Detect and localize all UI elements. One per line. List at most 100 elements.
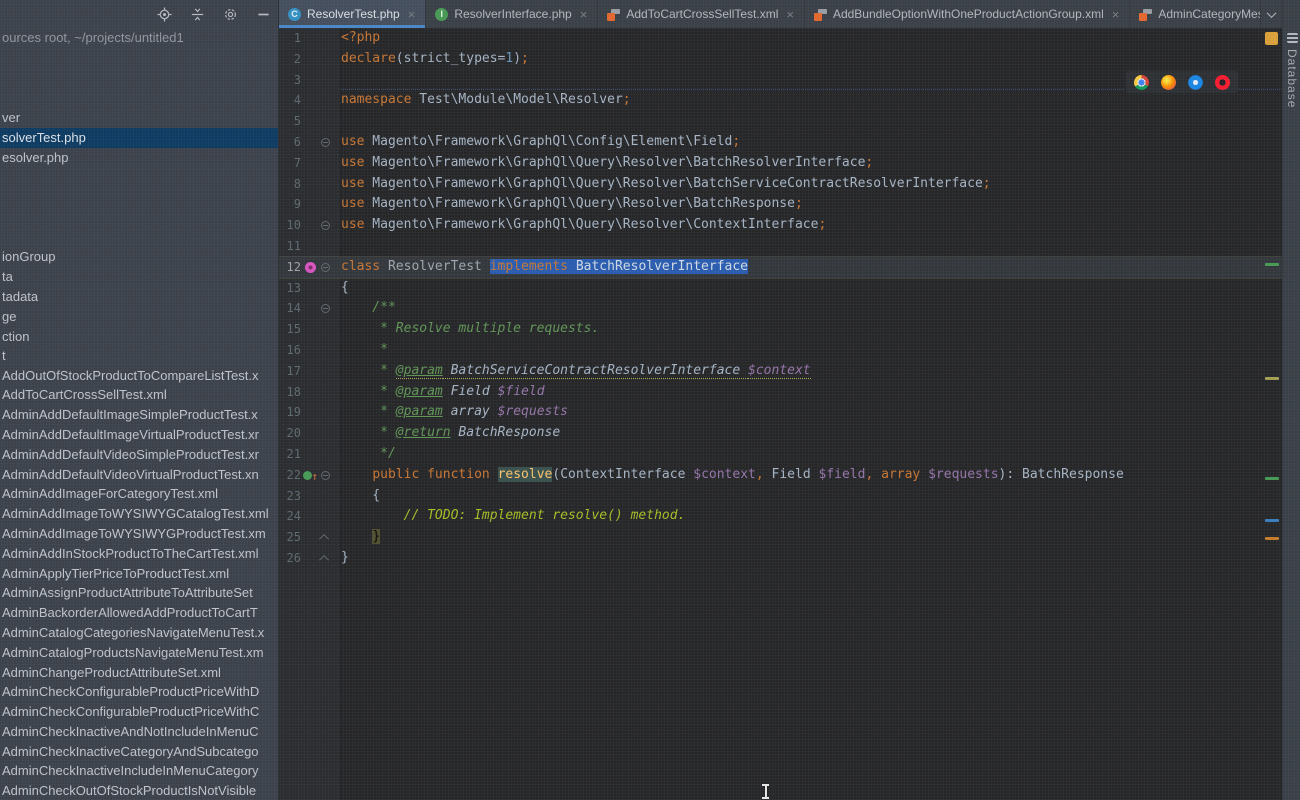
chevron-down-icon bbox=[1266, 8, 1276, 18]
tab-label: ResolverInterface.php bbox=[454, 7, 571, 21]
tree-item[interactable]: tadata bbox=[0, 287, 278, 307]
tab-AddToCartCrossSellTest.xml[interactable]: AddToCartCrossSellTest.xml × bbox=[598, 0, 805, 28]
error-stripe-mark[interactable] bbox=[1265, 537, 1279, 540]
tree-item[interactable]: AdminCatalogCategoriesNavigateMenuTest.x bbox=[0, 623, 278, 643]
code-editor[interactable]: 1<?php2declare(strict_types=1);34namespa… bbox=[279, 28, 1282, 800]
code-line-26[interactable]: 26} bbox=[279, 548, 1282, 569]
close-icon[interactable]: × bbox=[580, 8, 588, 21]
tree-item[interactable]: AdminCheckConfigurableProductPriceWithD bbox=[0, 682, 278, 702]
tree-item[interactable]: solverTest.php bbox=[0, 128, 278, 148]
close-icon[interactable]: × bbox=[408, 8, 416, 21]
tree-item[interactable]: t bbox=[0, 346, 278, 366]
line-number: 11 bbox=[279, 236, 301, 257]
tree-item[interactable]: ction bbox=[0, 327, 278, 347]
tree-item[interactable]: AdminCatalogProductsNavigateMenuTest.xm bbox=[0, 643, 278, 663]
code-line-11[interactable]: 11 bbox=[279, 236, 1282, 257]
code-line-1[interactable]: 1<?php bbox=[279, 28, 1282, 49]
tree-item[interactable]: AddToCartCrossSellTest.xml bbox=[0, 385, 278, 405]
fold-marker-icon[interactable] bbox=[319, 555, 329, 565]
code-line-7[interactable]: 7use Magento\Framework\GraphQl\Query\Res… bbox=[279, 153, 1282, 174]
tree-item[interactable]: AdminAssignProductAttributeToAttributeSe… bbox=[0, 583, 278, 603]
tree-item[interactable]: ver bbox=[0, 108, 278, 128]
tree-item[interactable]: AdminAddDefaultImageVirtualProductTest.x… bbox=[0, 425, 278, 445]
fold-marker-icon[interactable] bbox=[321, 304, 330, 313]
tree-item[interactable]: ionGroup bbox=[0, 247, 278, 267]
tree-item[interactable]: AdminCheckConfigurableProductPriceWithC bbox=[0, 702, 278, 722]
tab-overflow-button[interactable] bbox=[1261, 0, 1282, 28]
database-tool-button[interactable]: Database bbox=[1283, 28, 1300, 108]
code-line-6[interactable]: 6use Magento\Framework\GraphQl\Config\El… bbox=[279, 132, 1282, 153]
error-stripe-mark[interactable] bbox=[1265, 263, 1279, 266]
tree-item[interactable]: AdminApplyTierPriceToProductTest.xml bbox=[0, 564, 278, 584]
tree-item[interactable]: AdminCheckInactiveIncludeInMenuCategory bbox=[0, 761, 278, 781]
tab-bar: ResolverTest.php×ResolverInterface.php×A… bbox=[279, 0, 1282, 28]
code-line-22[interactable]: 22 public function resolve(ContextInterf… bbox=[279, 465, 1282, 486]
code-line-25[interactable]: 25 } bbox=[279, 527, 1282, 548]
code-line-19[interactable]: 19 * @param array $requests bbox=[279, 402, 1282, 423]
code-line-24[interactable]: 24 // TODO: Implement resolve() method. bbox=[279, 506, 1282, 527]
fold-marker-icon[interactable] bbox=[321, 471, 330, 480]
line-number: 25 bbox=[279, 527, 301, 548]
test-class-icon[interactable] bbox=[305, 262, 316, 273]
code-line-13[interactable]: 13{ bbox=[279, 278, 1282, 299]
close-icon[interactable]: × bbox=[1112, 8, 1120, 21]
tree-item[interactable]: esolver.php bbox=[0, 148, 278, 168]
line-number: 8 bbox=[279, 174, 301, 195]
error-stripe-mark[interactable] bbox=[1265, 477, 1279, 480]
tree-item[interactable]: AdminCheckInactiveAndNotIncludeInMenuC bbox=[0, 722, 278, 742]
fold-marker-icon[interactable] bbox=[319, 534, 329, 544]
tree-item[interactable]: AdminAddImageToWYSIWYGProductTest.xm bbox=[0, 524, 278, 544]
tab-label: AddToCartCrossSellTest.xml bbox=[626, 7, 778, 21]
tab-ResolverTest.php[interactable]: ResolverTest.php× bbox=[279, 0, 426, 28]
error-stripe-mark[interactable] bbox=[1265, 377, 1279, 380]
tree-item[interactable]: AdminAddImageToWYSIWYGCatalogTest.xml bbox=[0, 504, 278, 524]
close-icon[interactable]: × bbox=[786, 8, 794, 21]
tree-item[interactable]: AdminAddDefaultImageSimpleProductTest.x bbox=[0, 405, 278, 425]
tab-AddBundleOptionWithOneProductActionGroup.xml[interactable]: AddBundleOptionWithOneProductActionGroup… bbox=[805, 0, 1130, 28]
tab-ResolverInterface.php[interactable]: ResolverInterface.php × bbox=[426, 0, 598, 28]
tree-item[interactable]: AdminChangeProductAttributeSet.xml bbox=[0, 663, 278, 683]
code-line-12[interactable]: 12class ResolverTest implements BatchRes… bbox=[279, 257, 1282, 278]
code-line-10[interactable]: 10use Magento\Framework\GraphQl\Query\Re… bbox=[279, 215, 1282, 236]
line-number: 24 bbox=[279, 506, 301, 527]
tree-item[interactable]: ta bbox=[0, 267, 278, 287]
tree-item[interactable]: AdminBackorderAllowedAddProductToCartT bbox=[0, 603, 278, 623]
safari-icon[interactable] bbox=[1188, 75, 1203, 90]
tab-label: AdminCategoryMessa bbox=[1158, 7, 1260, 21]
tree-item[interactable]: AddOutOfStockProductToCompareListTest.x bbox=[0, 366, 278, 386]
inspections-indicator[interactable] bbox=[1265, 32, 1278, 45]
code-line-14[interactable]: 14 /** bbox=[279, 298, 1282, 319]
code-line-2[interactable]: 2declare(strict_types=1); bbox=[279, 49, 1282, 70]
line-number: 12 bbox=[279, 257, 301, 278]
code-line-20[interactable]: 20 * @return BatchResponse bbox=[279, 423, 1282, 444]
code-line-15[interactable]: 15 * Resolve multiple requests. bbox=[279, 319, 1282, 340]
error-stripe-mark[interactable] bbox=[1265, 519, 1279, 522]
tree-item[interactable]: AdminAddInStockProductToTheCartTest.xml bbox=[0, 544, 278, 564]
tab-AdminCategoryMessa[interactable]: AdminCategoryMessa bbox=[1130, 0, 1260, 28]
fold-marker-icon[interactable] bbox=[321, 263, 330, 272]
code-line-18[interactable]: 18 * @param Field $field bbox=[279, 382, 1282, 403]
code-line-16[interactable]: 16 * bbox=[279, 340, 1282, 361]
database-icon bbox=[1287, 33, 1298, 43]
tree-item[interactable]: AdminAddImageForCategoryTest.xml bbox=[0, 484, 278, 504]
chrome-icon[interactable] bbox=[1134, 75, 1149, 90]
code-line-17[interactable]: 17 * @param BatchServiceContractResolver… bbox=[279, 361, 1282, 382]
tree-item[interactable]: AdminCheckInactiveCategoryAndSubcatego bbox=[0, 742, 278, 762]
line-number: 22 bbox=[279, 465, 301, 486]
code-line-8[interactable]: 8use Magento\Framework\GraphQl\Query\Res… bbox=[279, 174, 1282, 195]
code-line-21[interactable]: 21 */ bbox=[279, 444, 1282, 465]
tree-item[interactable]: ge bbox=[0, 307, 278, 327]
fold-marker-icon[interactable] bbox=[321, 221, 330, 230]
fold-marker-icon[interactable] bbox=[321, 138, 330, 147]
code-line-5[interactable]: 5 bbox=[279, 111, 1282, 132]
tree-item[interactable]: AdminCheckOutOfStockProductIsNotVisible bbox=[0, 781, 278, 800]
tree-item[interactable]: AdminAddDefaultVideoSimpleProductTest.xr bbox=[0, 445, 278, 465]
line-number: 16 bbox=[279, 340, 301, 361]
code-line-9[interactable]: 9use Magento\Framework\GraphQl\Query\Res… bbox=[279, 194, 1282, 215]
opera-icon[interactable] bbox=[1215, 75, 1230, 90]
tree-item[interactable]: AdminAddDefaultVideoVirtualProductTest.x… bbox=[0, 465, 278, 485]
implement-method-icon[interactable] bbox=[303, 470, 317, 481]
code-line-23[interactable]: 23 { bbox=[279, 486, 1282, 507]
line-number: 13 bbox=[279, 278, 301, 299]
firefox-icon[interactable] bbox=[1161, 75, 1176, 90]
